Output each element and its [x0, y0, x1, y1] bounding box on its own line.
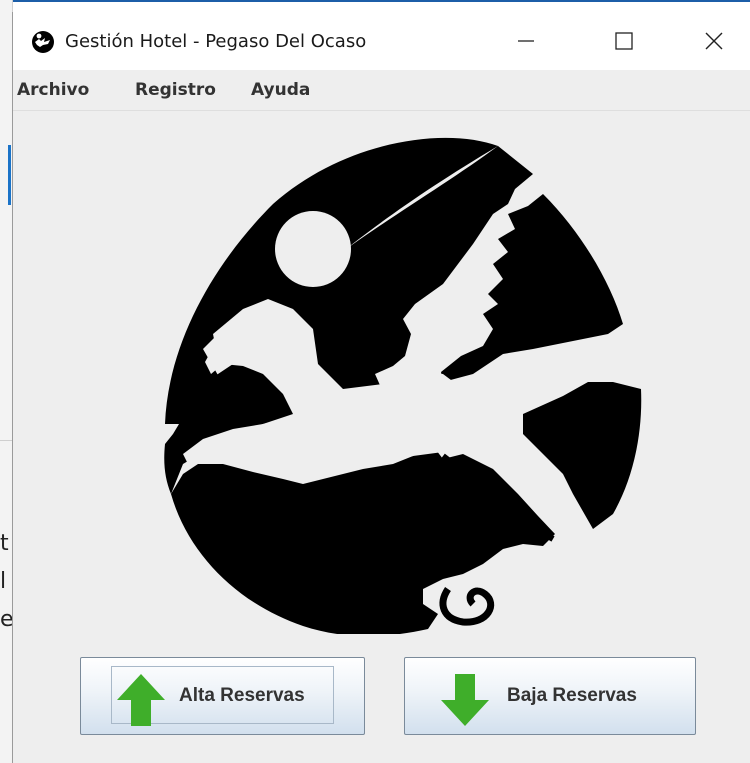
arrow-down-icon [441, 674, 489, 726]
background-accent-line [8, 145, 11, 205]
close-button[interactable] [683, 12, 745, 70]
alta-reservas-button[interactable]: Alta Reservas [80, 657, 365, 735]
pegasus-logo [164, 137, 642, 634]
menu-ayuda[interactable]: Ayuda [251, 80, 310, 100]
main-panel: Alta Reservas Baja Reservas [13, 111, 750, 763]
arrow-up-icon [117, 674, 165, 726]
window-title: Gestión Hotel - Pegaso Del Ocaso [65, 31, 367, 52]
minimize-button[interactable] [495, 12, 557, 70]
background-text: t l e [0, 525, 12, 639]
menu-bar: Archivo Registro Ayuda [13, 70, 750, 111]
pegasus-icon [32, 31, 54, 53]
close-icon [705, 32, 723, 50]
app-window: Gestión Hotel - Pegaso Del Ocaso Archivo… [12, 12, 750, 763]
baja-reservas-button[interactable]: Baja Reservas [404, 657, 696, 735]
baja-reservas-label: Baja Reservas [507, 685, 637, 706]
title-bar[interactable]: Gestión Hotel - Pegaso Del Ocaso [13, 12, 750, 70]
background-letter: t [0, 531, 9, 556]
alta-reservas-label: Alta Reservas [179, 685, 305, 706]
minimize-icon [518, 40, 534, 42]
background-divider [0, 440, 12, 441]
menu-registro[interactable]: Registro [135, 80, 216, 100]
background-letter: l [0, 569, 7, 594]
menu-archivo[interactable]: Archivo [17, 80, 89, 100]
maximize-button[interactable] [593, 12, 655, 70]
maximize-icon [615, 32, 633, 50]
background-letter: e [0, 607, 12, 632]
desktop-top-edge [0, 0, 750, 12]
